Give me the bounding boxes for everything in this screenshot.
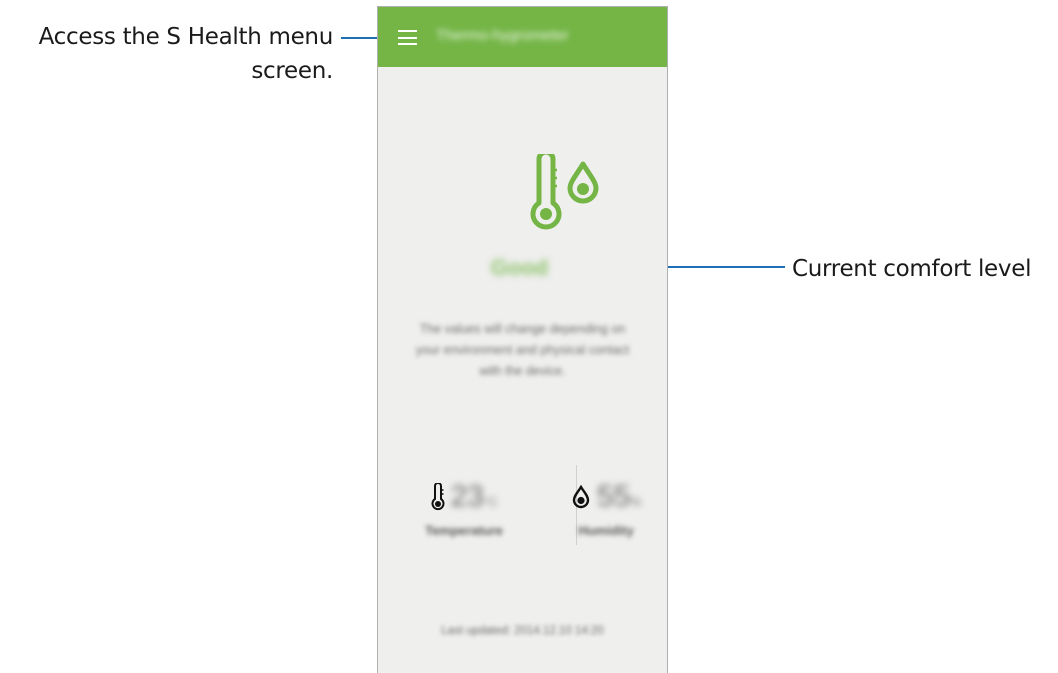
thermometer-icon [431, 483, 445, 511]
menu-callout-text: Access the S Health menu screen. [38, 24, 334, 84]
droplet-icon [572, 485, 590, 509]
phone-screen: Thermo-hygrometer Good The values will c… [377, 6, 668, 673]
menu-icon[interactable] [398, 30, 417, 45]
temperature-value: 23°C [450, 480, 498, 513]
thermo-hygrometer-icon [530, 154, 599, 230]
last-updated-text: Last updated: 2014.12.10 14:20 [441, 625, 604, 637]
humidity-value: 55% [596, 480, 642, 513]
comfort-callout-text: Current comfort level [792, 256, 1032, 282]
comfort-level-value: Good [490, 255, 549, 280]
comfort-description: The values will change depending on your… [415, 322, 630, 378]
humidity-label: Humidity [578, 523, 634, 538]
temperature-stat: 23°C Temperature [394, 477, 534, 538]
app-bar: Thermo-hygrometer [378, 7, 667, 67]
temperature-label: Temperature [425, 523, 503, 538]
app-title: Thermo-hygrometer [436, 27, 569, 44]
humidity-stat: 55% Humidity [536, 477, 667, 538]
